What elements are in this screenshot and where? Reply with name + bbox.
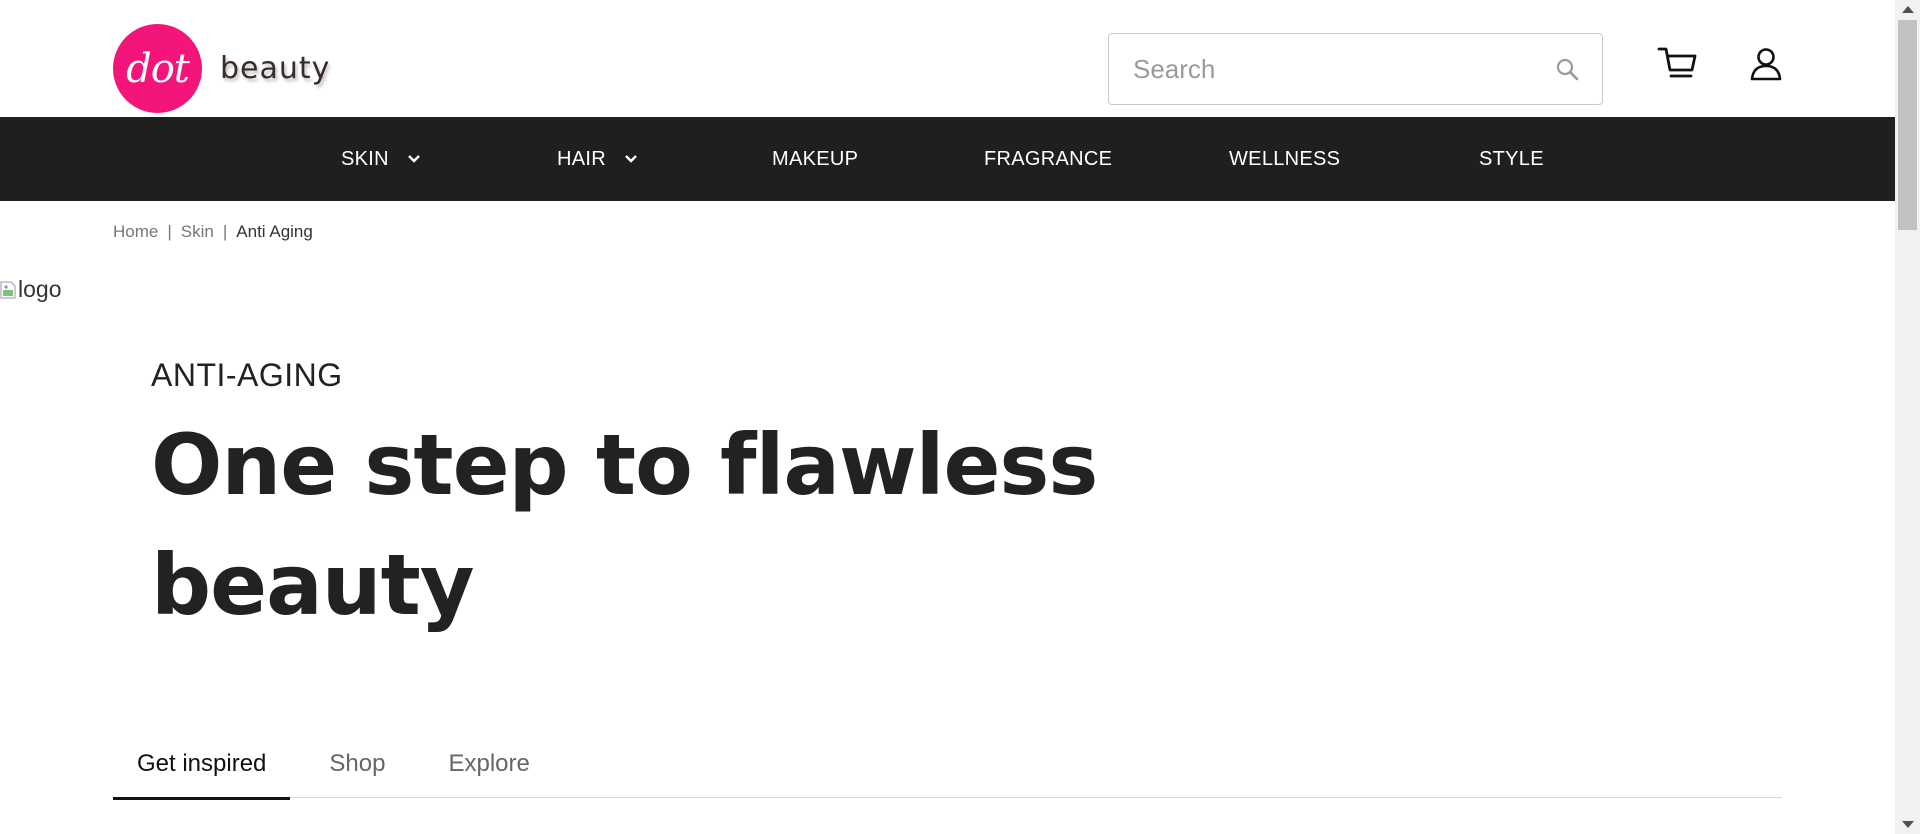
breadcrumb-home[interactable]: Home [113,222,158,242]
chevron-down-icon [625,155,637,163]
nav-item-label: HAIR [557,147,606,170]
tab-shop[interactable]: Shop [305,730,409,798]
brand-logo[interactable]: dot beauty [113,24,330,113]
scroll-thumb[interactable] [1898,20,1917,230]
breadcrumb-separator: | [222,222,228,241]
tab-get-inspired[interactable]: Get inspired [113,730,291,800]
broken-image: logo [0,276,61,303]
broken-image-icon [0,281,16,298]
hero-headline: One step to flawless beauty [151,416,1098,634]
content-tabs: Get inspired Shop Explore [113,730,1782,800]
nav-item-label: STYLE [1479,147,1544,170]
nav-item-style[interactable]: STYLE [1479,117,1544,201]
logo-mark: dot [113,24,202,113]
search-icon[interactable] [1552,54,1582,84]
nav-item-label: MAKEUP [772,147,859,170]
breadcrumb: Home | Skin | Anti Aging [113,222,313,242]
breadcrumb-current: Anti Aging [236,222,313,241]
scroll-down-arrow-icon[interactable] [1902,821,1914,828]
cart-icon[interactable] [1657,46,1699,82]
search-input[interactable] [1133,53,1552,85]
nav-item-wellness[interactable]: WELLNESS [1229,117,1340,201]
nav-item-label: WELLNESS [1229,147,1341,170]
nav-item-label: FRAGRANCE [984,147,1113,170]
search-box[interactable] [1108,33,1603,105]
site-header: dot beauty [0,0,1895,117]
nav-item-skin[interactable]: SKIN [341,117,421,201]
main-nav: SKIN HAIR MAKEUP FRAGRANCE WELLNESS STYL… [0,117,1895,201]
nav-item-fragrance[interactable]: FRAGRANCE [984,117,1112,201]
broken-image-alt: logo [18,276,62,302]
hero-eyebrow: ANTI-AGING [151,357,343,393]
chevron-down-icon [408,155,420,163]
tab-explore[interactable]: Explore [424,730,553,798]
nav-item-hair[interactable]: HAIR [557,117,638,201]
page-scrollbar[interactable] [1895,0,1920,834]
breadcrumb-skin[interactable]: Skin [181,222,214,242]
scroll-up-arrow-icon[interactable] [1902,6,1914,13]
logo-wordmark: beauty [220,51,331,86]
user-icon[interactable] [1750,47,1782,81]
nav-item-makeup[interactable]: MAKEUP [772,117,858,201]
nav-item-label: SKIN [341,147,389,170]
breadcrumb-separator: | [167,222,172,241]
